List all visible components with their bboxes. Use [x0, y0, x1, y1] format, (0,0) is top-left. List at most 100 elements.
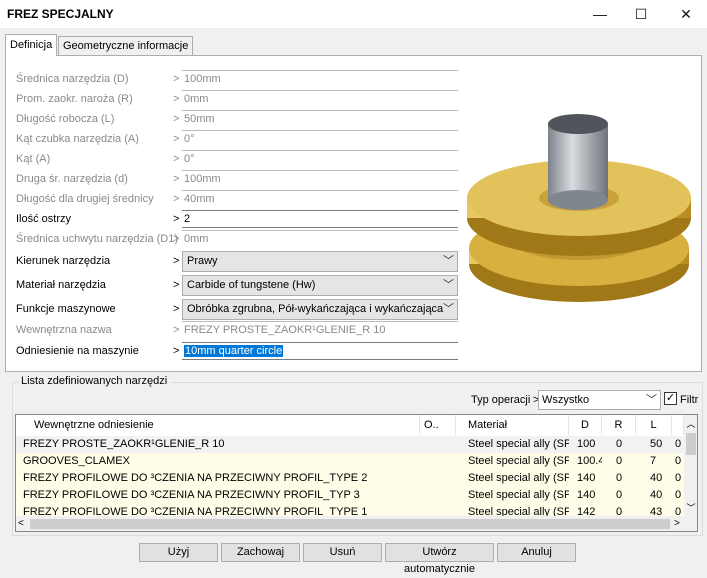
param-label: Kąt czubka narzędzia (A) — [16, 133, 139, 145]
delete-button[interactable]: Usuń — [303, 543, 382, 562]
cell-r: 0 — [616, 455, 623, 467]
column-header-o[interactable]: O.. — [420, 415, 456, 435]
cell-d: 100 — [577, 438, 596, 450]
param-label: Średnica uchwytu narzędzia (D1) — [16, 233, 179, 245]
cell-l: 7 — [650, 455, 657, 467]
param-value-field: 100mm — [182, 170, 458, 188]
cell-r: 0 — [616, 472, 623, 484]
internal-name-field: FREZY PROSTE_ZAOKR¹GLENIE_R 10 — [182, 321, 458, 339]
cell-extra: 0 — [675, 472, 682, 484]
param-label: Długość dla drugiej średnicy — [16, 193, 154, 205]
close-icon: ✕ — [680, 5, 692, 22]
operation-type-select[interactable]: Wszystko ﹀ — [538, 390, 661, 410]
machine-functions-label: Funkcje maszynowe — [16, 303, 116, 315]
vertical-scrollbar[interactable]: ︿ ﹀ — [684, 415, 697, 516]
cell-extra: 0 — [675, 438, 682, 450]
machine-ref-input[interactable]: 10mm quarter circle — [182, 342, 458, 360]
chevron-right-icon: > — [173, 233, 180, 245]
cancel-button[interactable]: Anuluj — [497, 543, 576, 562]
cell-internal-ref: GROOVES_CLAMEX — [23, 455, 130, 467]
column-header-material[interactable]: Materiał — [456, 415, 569, 435]
chevron-down-icon: ﹀ — [646, 394, 657, 406]
minimize-icon: — — [593, 6, 607, 22]
column-header-d[interactable]: D — [569, 415, 602, 435]
horizontal-scrollbar[interactable]: < > — [16, 516, 697, 531]
horizontal-scroll-thumb[interactable] — [30, 519, 670, 529]
param-value-field: 100mm — [182, 70, 458, 88]
cell-r: 0 — [616, 438, 623, 450]
chevron-right-icon: > — [173, 133, 180, 145]
chevron-right-icon: > — [173, 93, 180, 105]
cell-o — [420, 453, 456, 470]
param-value-field: 0mm — [182, 90, 458, 108]
tool-direction-value: Prawy — [187, 255, 218, 267]
column-header-r[interactable]: R — [602, 415, 636, 435]
tool-direction-label: Kierunek narzędzia — [16, 255, 111, 267]
internal-name-label: Wewnętrzna nazwa — [16, 324, 112, 336]
table-row[interactable]: FREZY PROSTE_ZAOKR¹GLENIE_R 10 Steel spec… — [16, 436, 684, 453]
param-value-field: 0mm — [182, 230, 458, 248]
tab-geometryczne-informacje[interactable]: Geometryczne informacje — [58, 36, 194, 56]
cell-internal-ref: FREZY PROFILOWE DO ³CZENIA NA PRZECIWNY … — [23, 472, 368, 484]
chevron-right-icon: > — [173, 303, 180, 315]
column-header-extra[interactable] — [672, 415, 684, 435]
filter-checkbox[interactable]: ✓ — [664, 392, 677, 405]
column-header-l[interactable]: L — [636, 415, 672, 435]
operation-type-value: Wszystko — [542, 394, 590, 406]
param-value-field[interactable]: 2 — [182, 210, 458, 228]
scroll-right-icon[interactable]: > — [674, 518, 680, 529]
param-value-field: 40mm — [182, 190, 458, 208]
cell-d: 140 — [577, 472, 596, 484]
tool-table: Wewnętrzne odniesienie O.. Materiał D R … — [15, 414, 698, 532]
table-row[interactable]: FREZY PROFILOWE DO ³CZENIA NA PRZECIWNY … — [16, 470, 684, 487]
chevron-right-icon: > — [173, 255, 180, 267]
cell-extra: 0 — [675, 455, 682, 467]
param-label: Kąt (A) — [16, 153, 51, 165]
use-button[interactable]: Użyj — [139, 543, 218, 562]
cell-o — [420, 470, 456, 487]
chevron-right-icon: > — [173, 153, 180, 165]
tool-material-select[interactable]: Carbide of tungstene (Hw) ﹀ — [182, 275, 458, 296]
scroll-up-icon[interactable]: ︿ — [684, 417, 697, 430]
scroll-down-icon[interactable]: ﹀ — [684, 501, 697, 514]
tool-material-label: Materiał narzędzia — [16, 279, 106, 291]
param-label: Długość robocza (L) — [16, 113, 115, 125]
maximize-icon: ☐ — [634, 5, 648, 22]
chevron-right-icon: > — [173, 213, 180, 225]
cell-d: 140 — [577, 489, 596, 501]
create-auto-button[interactable]: Utwórz automatycznie — [385, 543, 494, 575]
tab-definicja[interactable]: Definicja — [5, 34, 58, 56]
chevron-right-icon: > — [173, 113, 180, 125]
filter-checkbox-label: Filtr — [680, 394, 699, 406]
minimize-button[interactable]: — — [577, 0, 623, 28]
tool-direction-select[interactable]: Prawy ﹀ — [182, 251, 458, 272]
param-label: Prom. zaokr. naroża (R) — [16, 93, 133, 105]
cell-o — [420, 487, 456, 504]
chevron-down-icon: ﹀ — [443, 279, 454, 291]
window-title: FREZ SPECJALNY — [7, 7, 114, 21]
param-value-field: 0° — [182, 130, 458, 148]
machine-functions-select[interactable]: Obróbka zgrubna, Pół-wykańczająca i wyka… — [182, 299, 458, 320]
cell-r: 0 — [616, 489, 623, 501]
table-row[interactable]: GROOVES_CLAMEX Steel special ally (SP) 100… — [16, 453, 684, 470]
cell-internal-ref: FREZY PROFILOWE DO ³CZENIA NA PRZECIWNY … — [23, 489, 360, 501]
chevron-right-icon: > — [173, 173, 180, 185]
scroll-left-icon[interactable]: < — [18, 518, 24, 529]
column-header-internal-ref[interactable]: Wewnętrzne odniesienie — [16, 415, 420, 435]
cell-material: Steel special ally (SP) — [468, 472, 569, 484]
machine-ref-value: 10mm quarter circle — [184, 345, 284, 357]
maximize-button[interactable]: ☐ — [618, 0, 664, 28]
save-button[interactable]: Zachowaj — [221, 543, 300, 562]
cell-extra: 0 — [675, 489, 682, 501]
tool-material-value: Carbide of tungstene (Hw) — [187, 279, 316, 291]
table-row[interactable]: FREZY PROFILOWE DO ³CZENIA NA PRZECIWNY … — [16, 487, 684, 504]
close-button[interactable]: ✕ — [663, 0, 707, 28]
chevron-right-icon: > — [173, 193, 180, 205]
param-label: Ilość ostrzy — [16, 213, 72, 225]
param-value-field: 50mm — [182, 110, 458, 128]
param-label: Druga śr. narzędzia (d) — [16, 173, 128, 185]
vertical-scroll-thumb[interactable] — [686, 433, 696, 455]
cell-internal-ref: FREZY PROSTE_ZAOKR¹GLENIE_R 10 — [23, 438, 225, 450]
cell-l: 40 — [650, 489, 663, 501]
machine-ref-label: Odniesienie na maszynie — [16, 345, 139, 357]
